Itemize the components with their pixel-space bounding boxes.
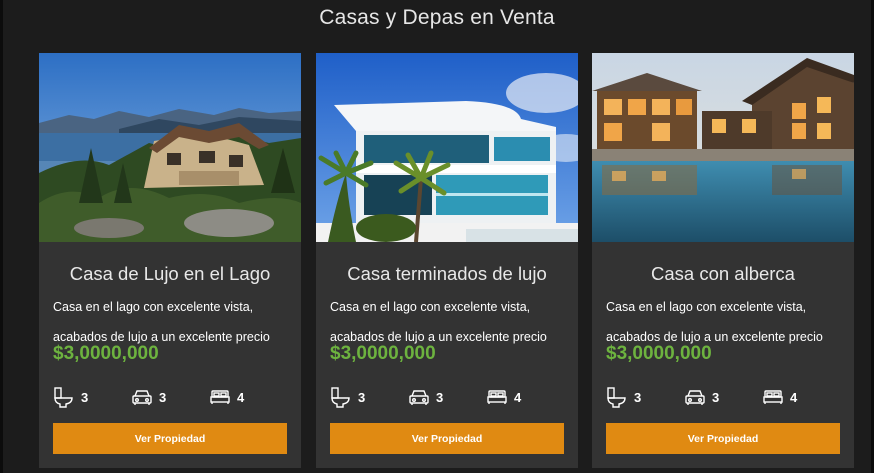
feature-baths: 3	[330, 386, 365, 408]
feature-baths: 3	[606, 386, 641, 408]
property-card: Casa terminados de lujo Casa en el lago …	[316, 53, 578, 468]
parking-count: 3	[436, 389, 444, 405]
property-price: $3,0000,000	[330, 343, 436, 364]
feature-beds: 4	[762, 386, 797, 408]
beds-count: 4	[237, 389, 245, 405]
property-card: Casa con alberca Casa en el lago con exc…	[592, 53, 854, 468]
description-line: Casa en el lago con excelente vista,	[53, 300, 254, 314]
car-icon	[409, 390, 429, 405]
feature-beds: 4	[486, 386, 521, 408]
property-features: 3 3 4	[53, 386, 293, 408]
view-property-button[interactable]: Ver Propiedad	[53, 423, 287, 454]
parking-count: 3	[712, 389, 720, 405]
baths-count: 3	[634, 389, 642, 405]
car-icon	[685, 390, 705, 405]
description-line: Casa en el lago con excelente vista,	[606, 300, 807, 314]
view-property-button[interactable]: Ver Propiedad	[330, 423, 564, 454]
property-title: Casa terminados de lujo	[347, 263, 547, 284]
bed-icon	[763, 390, 783, 404]
feature-parking: 3	[131, 386, 166, 408]
feature-parking: 3	[684, 386, 719, 408]
property-features: 3 3 4	[330, 386, 570, 408]
property-price: $3,0000,000	[53, 343, 159, 364]
feature-parking: 3	[408, 386, 443, 408]
property-title: Casa de Lujo en el Lago	[69, 263, 271, 284]
property-card: Casa de Lujo en el Lago Casa en el lago …	[39, 53, 301, 468]
property-price: $3,0000,000	[606, 343, 712, 364]
view-property-button[interactable]: Ver Propiedad	[606, 423, 840, 454]
baths-count: 3	[81, 389, 89, 405]
description-line: Casa en el lago con excelente vista,	[330, 300, 531, 314]
feature-baths: 3	[53, 386, 88, 408]
toilet-icon	[331, 387, 350, 408]
beds-count: 4	[790, 389, 798, 405]
bed-icon	[210, 390, 230, 404]
section-title: Casas y Depas en Venta	[319, 6, 555, 29]
property-image-pool-house[interactable]	[592, 53, 854, 242]
toilet-icon	[54, 387, 73, 408]
bed-icon	[487, 390, 507, 404]
beds-count: 4	[514, 389, 522, 405]
baths-count: 3	[358, 389, 366, 405]
property-features: 3 3 4	[606, 386, 846, 408]
car-icon	[132, 390, 152, 405]
feature-beds: 4	[209, 386, 244, 408]
property-image-modern-house[interactable]	[316, 53, 578, 242]
parking-count: 3	[159, 389, 167, 405]
toilet-icon	[607, 387, 626, 408]
property-title: Casa con alberca	[651, 263, 795, 284]
property-image-lake-house[interactable]	[39, 53, 301, 242]
